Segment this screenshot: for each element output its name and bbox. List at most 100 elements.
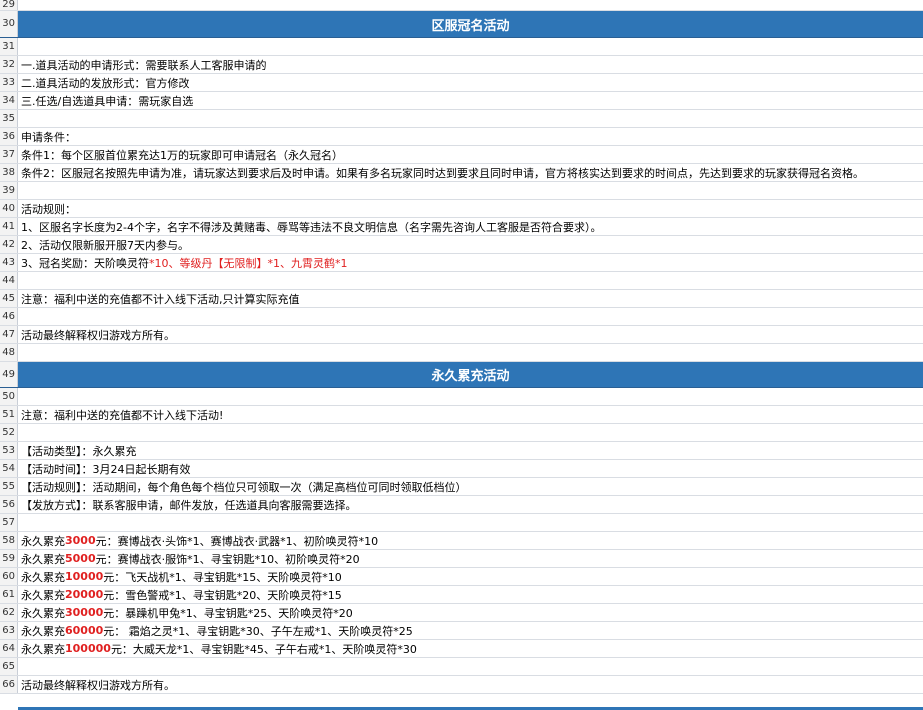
cell-text-run: 3、冠名奖励：天阶唤灵符 <box>21 256 149 270</box>
row-number[interactable]: 66 <box>0 676 18 693</box>
row-number[interactable]: 31 <box>0 38 18 55</box>
row-number[interactable]: 30 <box>0 11 18 37</box>
sheet-cell[interactable]: 活动最终解释权归游戏方所有。 <box>18 326 923 343</box>
sheet-cell[interactable]: 3、冠名奖励：天阶唤灵符 *10、等级丹【无限制】*1、九霄灵鹤*1 <box>18 254 923 271</box>
sheet-cell[interactable]: 永久累充 100000 元：大威天龙*1、寻宝钥匙*45、子午右戒*1、天阶唤灵符*… <box>18 640 923 657</box>
row-number[interactable]: 60 <box>0 568 18 585</box>
row-number[interactable]: 56 <box>0 496 18 513</box>
sheet-row: 40 活动规则： <box>0 200 923 218</box>
sheet-cell[interactable] <box>18 0 923 10</box>
row-number[interactable]: 63 <box>0 622 18 639</box>
row-number[interactable]: 32 <box>0 56 18 73</box>
sheet-row: 66 活动最终解释权归游戏方所有。 <box>0 676 923 694</box>
sheet-row: 59 永久累充 5000 元：赛博战衣·服饰*1、寻宝钥匙*10、初阶唤灵符*20 <box>0 550 923 568</box>
sheet-cell[interactable]: 【活动类型】：永久累充 <box>18 442 923 459</box>
sheet-cell[interactable]: 【发放方式】：联系客服申请，邮件发放，任选道具向客服需要选择。 <box>18 496 923 513</box>
row-number[interactable]: 65 <box>0 658 18 675</box>
row-number[interactable]: 38 <box>0 164 18 181</box>
row-number[interactable]: 50 <box>0 388 18 405</box>
row-number[interactable]: 49 <box>0 362 18 387</box>
sheet-cell[interactable]: 永久累充 3000 元：赛博战衣·头饰*1、赛博战衣·武器*1、初阶唤灵符*10 <box>18 532 923 549</box>
row-number[interactable]: 47 <box>0 326 18 343</box>
sheet-cell[interactable]: 条件1：每个区服首位累充达1万的玩家即可申请冠名（永久冠名） <box>18 146 923 163</box>
cell-text-run: 10000 <box>65 570 104 583</box>
row-number[interactable]: 52 <box>0 424 18 441</box>
row-number[interactable]: 44 <box>0 272 18 289</box>
sheet-cell[interactable]: 永久累充 60000 元： 霜焰之灵*1、寻宝钥匙*30、子午左戒*1、天阶唤灵符*… <box>18 622 923 639</box>
sheet-cell[interactable]: 二.道具活动的发放形式：官方修改 <box>18 74 923 91</box>
sheet-cell[interactable] <box>18 308 923 325</box>
sheet-cell[interactable] <box>18 514 923 531</box>
row-number[interactable]: 58 <box>0 532 18 549</box>
row-number[interactable]: 45 <box>0 290 18 307</box>
row-number[interactable]: 59 <box>0 550 18 567</box>
sheet-cell[interactable]: 活动规则： <box>18 200 923 217</box>
sheet-cell[interactable]: 永久累充 10000 元：飞天战机*1、寻宝钥匙*15、天阶唤灵符*10 <box>18 568 923 585</box>
sheet-row: 37 条件1：每个区服首位累充达1万的玩家即可申请冠名（永久冠名） <box>0 146 923 164</box>
section-title-cell[interactable]: 永久累充活动 <box>18 362 923 387</box>
sheet-row: 35 <box>0 110 923 128</box>
sheet-cell[interactable] <box>18 38 923 55</box>
row-number[interactable]: 40 <box>0 200 18 217</box>
row-number[interactable]: 29 <box>0 0 18 10</box>
sheet-cell[interactable]: 条件2：区服冠名按照先申请为准，请玩家达到要求后及时申请。如果有多名玩家同时达到… <box>18 164 923 181</box>
row-number[interactable]: 33 <box>0 74 18 91</box>
sheet-row: 54 【活动时间】：3月24日起长期有效 <box>0 460 923 478</box>
row-number[interactable]: 36 <box>0 128 18 145</box>
cell-text-run: 永久累充 <box>21 570 65 584</box>
cell-text-run: 永久累充 <box>21 588 65 602</box>
sheet-cell[interactable]: 三.任选/自选道具申请：需玩家自选 <box>18 92 923 109</box>
sheet-cell[interactable]: 1、区服名字长度为2-4个字，名字不得涉及黄赌毒、辱骂等违法不良文明信息（名字需… <box>18 218 923 235</box>
sheet-cell[interactable]: 永久累充 20000 元：雪色警戒*1、寻宝钥匙*20、天阶唤灵符*15 <box>18 586 923 603</box>
row-number[interactable]: 35 <box>0 110 18 127</box>
row-number[interactable]: 46 <box>0 308 18 325</box>
sheet-cell[interactable]: 【活动时间】：3月24日起长期有效 <box>18 460 923 477</box>
sheet-row: 44 <box>0 272 923 290</box>
sheet-cell[interactable]: 申请条件： <box>18 128 923 145</box>
sheet-row: 31 <box>0 38 923 56</box>
row-number[interactable]: 54 <box>0 460 18 477</box>
row-number[interactable]: 55 <box>0 478 18 495</box>
sheet-cell[interactable]: 活动最终解释权归游戏方所有。 <box>18 676 923 693</box>
sheet-row: 46 <box>0 308 923 326</box>
row-number[interactable]: 42 <box>0 236 18 253</box>
sheet-cell[interactable]: 注意：福利中送的充值都不计入线下活动,只计算实际充值 <box>18 290 923 307</box>
sheet-cell[interactable] <box>18 658 923 675</box>
sheet-cell[interactable]: 永久累充 5000 元：赛博战衣·服饰*1、寻宝钥匙*10、初阶唤灵符*20 <box>18 550 923 567</box>
sheet-row: 42 2、活动仅限新服开服7天内参与。 <box>0 236 923 254</box>
row-number[interactable]: 43 <box>0 254 18 271</box>
cell-text-run: 100000 <box>65 642 111 655</box>
section-header-row: 30 区服冠名活动 <box>0 11 923 38</box>
row-number[interactable]: 34 <box>0 92 18 109</box>
sheet-cell[interactable]: 永久累充 30000 元：暴躁机甲兔*1、寻宝钥匙*25、天阶唤灵符*20 <box>18 604 923 621</box>
cell-text-run: 永久累充 <box>21 606 65 620</box>
row-number[interactable]: 37 <box>0 146 18 163</box>
sheet-cell[interactable]: 2、活动仅限新服开服7天内参与。 <box>18 236 923 253</box>
cell-text-run: 元：飞天战机*1、寻宝钥匙*15、天阶唤灵符*10 <box>103 570 342 584</box>
row-number[interactable]: 53 <box>0 442 18 459</box>
row-number[interactable]: 64 <box>0 640 18 657</box>
sheet-cell[interactable] <box>18 388 923 405</box>
cell-text-run: 元：赛博战衣·服饰*1、寻宝钥匙*10、初阶唤灵符*20 <box>95 552 360 566</box>
row-number[interactable]: 62 <box>0 604 18 621</box>
sheet-cell[interactable] <box>18 110 923 127</box>
sheet-cell[interactable] <box>18 344 923 361</box>
sheet-cell[interactable]: 一.道具活动的申请形式：需要联系人工客服申请的 <box>18 56 923 73</box>
row-number[interactable]: 57 <box>0 514 18 531</box>
cell-text-run: 永久累充 <box>21 624 65 638</box>
row-number[interactable]: 39 <box>0 182 18 199</box>
sheet-cell[interactable]: 注意：福利中送的充值都不计入线下活动! <box>18 406 923 423</box>
sheet-cell[interactable] <box>18 182 923 199</box>
sheet-row: 65 <box>0 658 923 676</box>
sheet-cell[interactable]: 【活动规则】：活动期间，每个角色每个档位只可领取一次（满足高档位可同时领取低档位… <box>18 478 923 495</box>
section-title-cell[interactable]: 区服冠名活动 <box>18 11 923 37</box>
sheet-cell[interactable] <box>18 272 923 289</box>
row-number[interactable]: 61 <box>0 586 18 603</box>
row-number[interactable]: 41 <box>0 218 18 235</box>
sheet-row: 60 永久累充 10000 元：飞天战机*1、寻宝钥匙*15、天阶唤灵符*10 <box>0 568 923 586</box>
cell-text-run: 元： 霜焰之灵*1、寻宝钥匙*30、子午左戒*1、天阶唤灵符*25 <box>103 624 413 638</box>
row-number[interactable]: 48 <box>0 344 18 361</box>
sheet-cell[interactable] <box>18 424 923 441</box>
row-number[interactable]: 51 <box>0 406 18 423</box>
sheet-row: 43 3、冠名奖励：天阶唤灵符 *10、等级丹【无限制】*1、九霄灵鹤*1 <box>0 254 923 272</box>
